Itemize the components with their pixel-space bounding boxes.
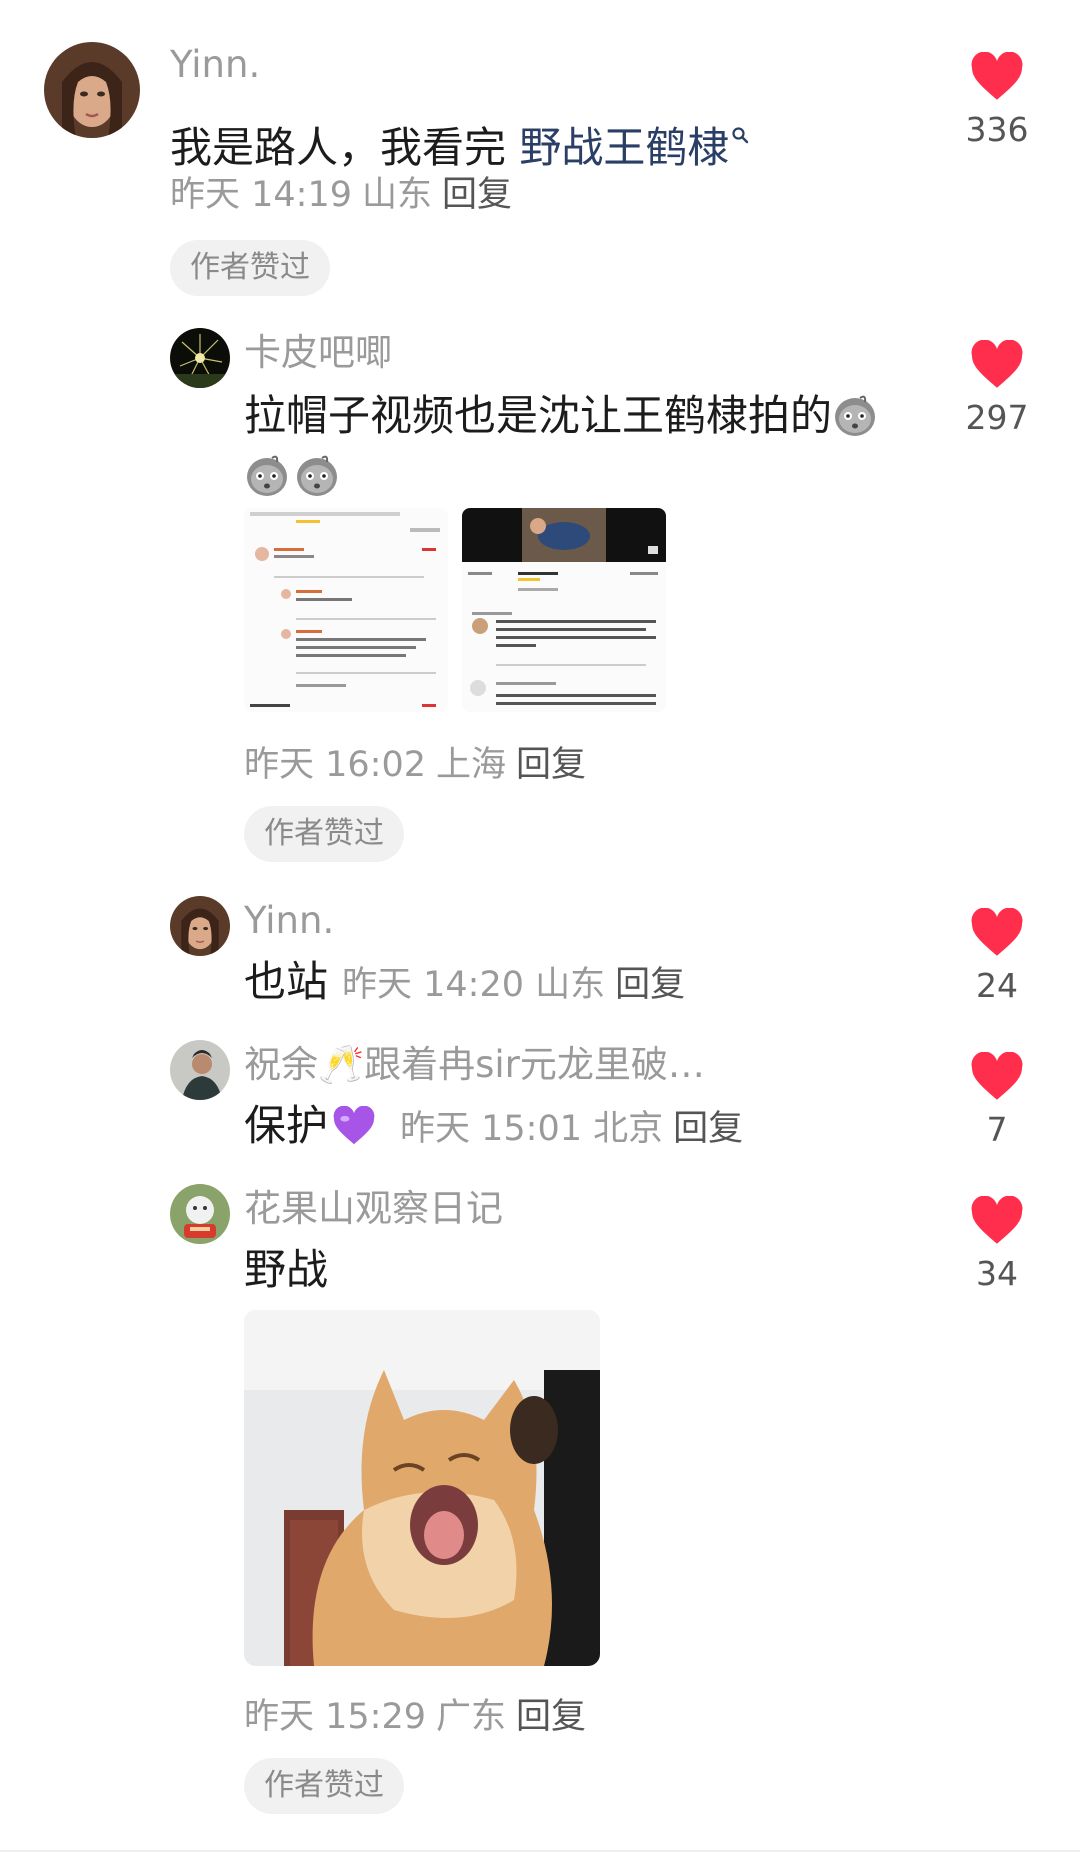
- comment-text-body: 也站: [244, 957, 329, 1006]
- timestamp: 昨天 15:29: [244, 1697, 426, 1737]
- username[interactable]: Yinn.: [170, 46, 260, 83]
- avatar[interactable]: [44, 42, 140, 138]
- divider: [0, 1850, 1080, 1852]
- like-button[interactable]: 297: [952, 339, 1042, 437]
- comment-text: 我是路人，我看完 野战王鹤棣: [170, 100, 749, 178]
- comment-text-body: 拉帽子视频也是沈让王鹤棣拍的: [244, 391, 833, 440]
- comment-text: 保护 昨天 15:01 北京 回复: [244, 1096, 743, 1162]
- attached-image[interactable]: [244, 508, 448, 712]
- heart-icon[interactable]: [969, 907, 1025, 958]
- location: 山东: [362, 175, 433, 215]
- like-button[interactable]: 7: [952, 1051, 1042, 1149]
- like-count: 336: [965, 110, 1029, 149]
- search-link[interactable]: 野战王鹤棣: [519, 123, 729, 172]
- author-liked-badge: 作者赞过: [244, 1758, 404, 1814]
- timestamp: 昨天 14:19: [170, 175, 352, 215]
- heart-icon[interactable]: [969, 1195, 1025, 1246]
- avatar[interactable]: [170, 896, 230, 956]
- like-button[interactable]: 336: [952, 51, 1042, 149]
- timestamp: 昨天 16:02: [244, 745, 426, 785]
- like-count: 34: [976, 1254, 1018, 1293]
- like-button[interactable]: 34: [952, 1195, 1042, 1293]
- sweat-face-emoji: [294, 452, 340, 498]
- comment-meta: 昨天 14:19 山东 回复: [170, 178, 512, 213]
- heart-icon[interactable]: [969, 1051, 1025, 1102]
- avatar[interactable]: [170, 1184, 230, 1244]
- reply-button[interactable]: 回复: [442, 175, 512, 215]
- heart-icon[interactable]: [969, 339, 1025, 390]
- author-liked-badge: 作者赞过: [170, 240, 330, 296]
- comment-meta: 昨天 16:02 上海 回复: [244, 748, 586, 783]
- comment-meta: 昨天 15:29 广东 回复: [244, 1700, 586, 1735]
- timestamp: 昨天 14:20: [342, 965, 525, 1005]
- purple-heart-emoji: [332, 1102, 376, 1162]
- username[interactable]: Yinn.: [244, 902, 334, 939]
- username[interactable]: 祝余🥂跟着冉sir元龙里破…: [244, 1046, 705, 1083]
- comment-meta: 昨天 15:01 北京 回复: [400, 1109, 743, 1149]
- like-count: 297: [965, 398, 1029, 437]
- avatar[interactable]: [170, 1040, 230, 1100]
- like-count: 24: [976, 966, 1018, 1005]
- comment-meta: 昨天 14:20 山东 回复: [342, 965, 685, 1005]
- location: 山东: [535, 965, 606, 1005]
- search-icon[interactable]: [731, 100, 749, 160]
- reply-button[interactable]: 回复: [516, 745, 586, 785]
- reply-button[interactable]: 回复: [615, 965, 685, 1005]
- username[interactable]: 花果山观察日记: [244, 1190, 503, 1227]
- attached-image[interactable]: [462, 508, 666, 712]
- avatar[interactable]: [170, 328, 230, 388]
- location: 北京: [593, 1109, 664, 1149]
- location: 上海: [436, 745, 507, 785]
- username[interactable]: 卡皮吧唧: [244, 334, 392, 371]
- comment-text: 也站 昨天 14:20 山东 回复: [244, 952, 685, 1015]
- heart-icon[interactable]: [969, 51, 1025, 102]
- attached-image[interactable]: [244, 1310, 600, 1666]
- comment-text-body: 我是路人，我看完: [170, 123, 520, 172]
- author-liked-badge: 作者赞过: [244, 806, 404, 862]
- sweat-face-emoji: [244, 452, 290, 498]
- like-button[interactable]: 24: [952, 907, 1042, 1005]
- location: 广东: [436, 1697, 507, 1737]
- comment-text-body: 保护: [244, 1101, 329, 1150]
- sweat-face-emoji: [832, 392, 878, 438]
- reply-button[interactable]: 回复: [673, 1109, 743, 1149]
- timestamp: 昨天 15:01: [400, 1109, 583, 1149]
- comment-text: 拉帽子视频也是沈让王鹤棣拍的: [244, 386, 884, 506]
- like-count: 7: [986, 1110, 1008, 1149]
- reply-button[interactable]: 回复: [516, 1697, 586, 1737]
- comment-text: 野战: [244, 1245, 329, 1294]
